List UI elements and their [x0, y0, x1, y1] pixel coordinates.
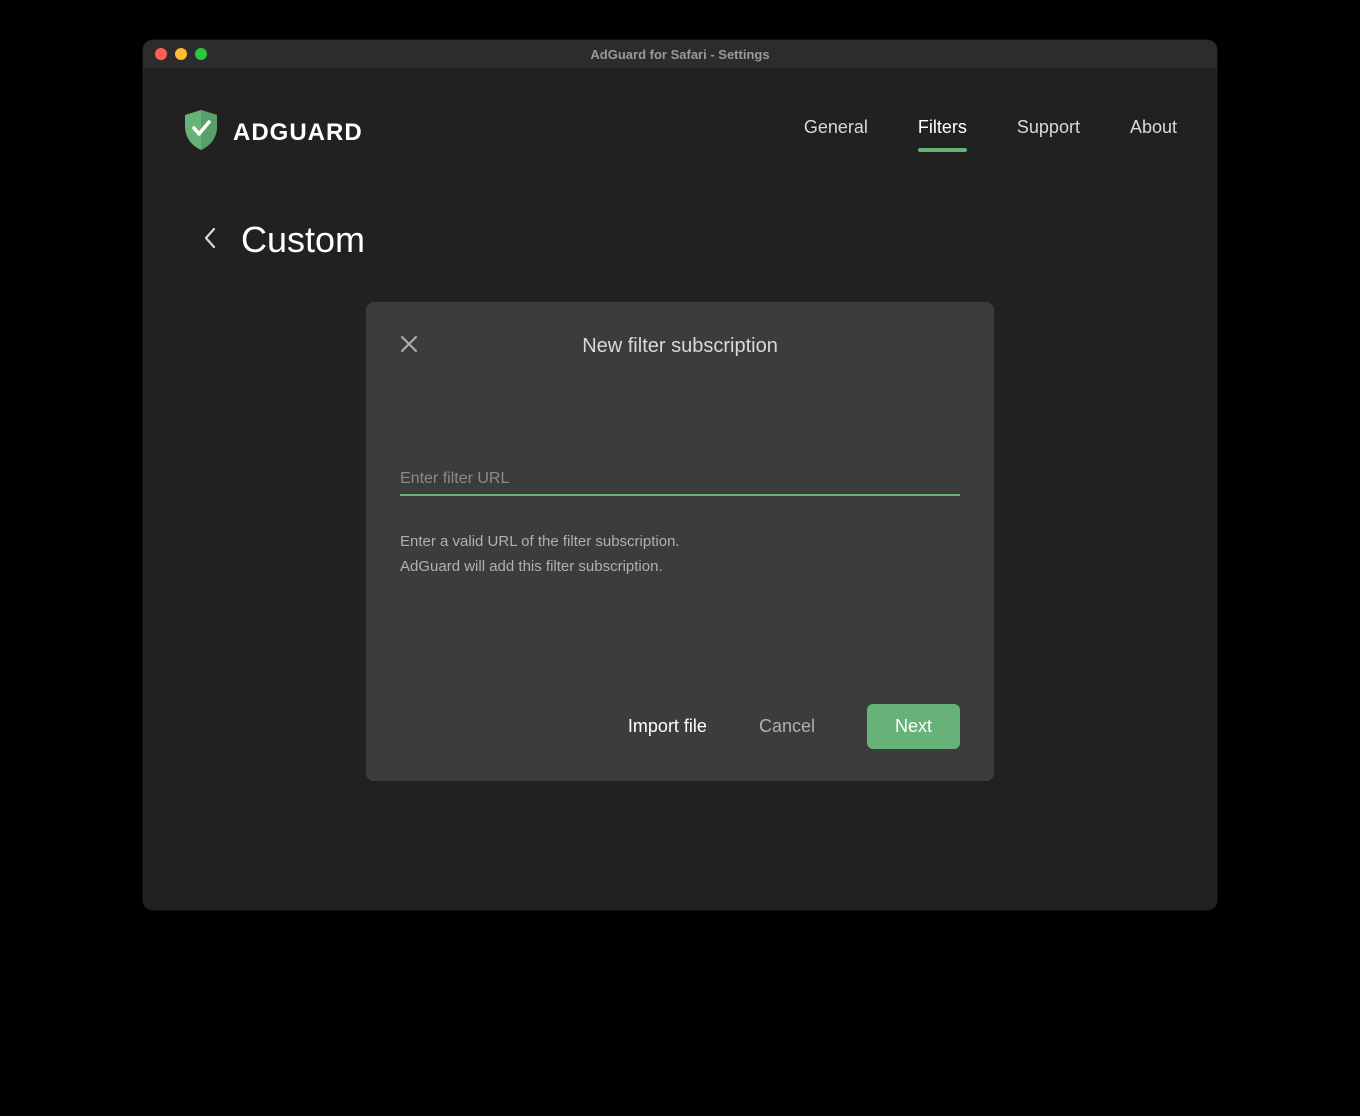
brand-name: ADGUARD	[233, 119, 363, 147]
modal-title: New filter subscription	[400, 335, 960, 358]
back-icon[interactable]	[203, 227, 217, 254]
new-filter-modal: New filter subscription Enter a valid UR…	[366, 302, 994, 781]
tab-general[interactable]: General	[804, 117, 868, 148]
nav-tabs: General Filters Support About	[804, 117, 1177, 148]
close-icon[interactable]	[400, 335, 418, 358]
modal-header: New filter subscription	[400, 332, 960, 360]
titlebar: AdGuard for Safari - Settings	[143, 40, 1217, 68]
filter-url-input[interactable]	[400, 464, 960, 496]
helper-text: Enter a valid URL of the filter subscrip…	[400, 530, 960, 580]
window-content: ADGUARD General Filters Support About Cu…	[143, 68, 1217, 910]
traffic-lights	[143, 48, 207, 60]
next-button[interactable]: Next	[867, 704, 960, 749]
header: ADGUARD General Filters Support About	[183, 110, 1177, 155]
import-file-button[interactable]: Import file	[628, 716, 707, 737]
tab-about[interactable]: About	[1130, 117, 1177, 148]
close-window-button[interactable]	[155, 48, 167, 60]
filter-url-field-wrap	[400, 464, 960, 496]
tab-filters[interactable]: Filters	[918, 117, 967, 148]
helper-text-line1: Enter a valid URL of the filter subscrip…	[400, 530, 960, 555]
brand: ADGUARD	[183, 110, 363, 155]
page-heading: Custom	[203, 219, 1177, 261]
tab-support[interactable]: Support	[1017, 117, 1080, 148]
settings-window: AdGuard for Safari - Settings ADGUARD Ge…	[143, 40, 1217, 910]
helper-text-line2: AdGuard will add this filter subscriptio…	[400, 555, 960, 580]
window-title: AdGuard for Safari - Settings	[143, 47, 1217, 62]
maximize-window-button[interactable]	[195, 48, 207, 60]
page-title: Custom	[241, 219, 365, 261]
shield-check-icon	[183, 110, 219, 155]
minimize-window-button[interactable]	[175, 48, 187, 60]
modal-actions: Import file Cancel Next	[400, 704, 960, 749]
cancel-button[interactable]: Cancel	[759, 716, 815, 737]
